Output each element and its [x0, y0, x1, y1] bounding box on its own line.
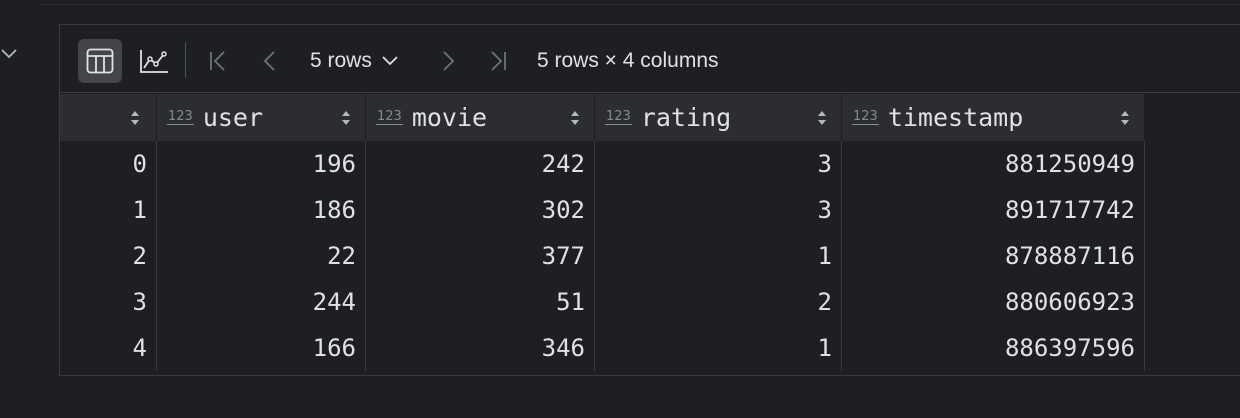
column-name: movie	[411, 103, 488, 132]
column-name: user	[202, 103, 264, 132]
sort-icon[interactable]	[341, 110, 351, 126]
table-row: 1 186 302 3 891717742	[60, 187, 1145, 233]
prev-page-icon	[263, 51, 275, 71]
cell-timestamp[interactable]: 891717742	[841, 187, 1145, 233]
column-header-user[interactable]: 123 user	[156, 94, 366, 141]
column-header-movie[interactable]: 123 movie	[365, 94, 595, 141]
table-row: 4 166 346 1 886397596	[60, 325, 1145, 371]
cell-rating[interactable]: 3	[594, 141, 842, 187]
chevron-down-icon	[1, 49, 17, 59]
sort-icon[interactable]	[817, 110, 827, 126]
cell-rating[interactable]: 1	[594, 325, 842, 371]
rows-per-page-label: 5 rows	[310, 49, 372, 72]
cell-rating[interactable]: 3	[594, 187, 842, 233]
first-page-button[interactable]	[204, 47, 232, 75]
next-page-button[interactable]	[434, 47, 462, 75]
numeric-type-icon: 123	[852, 109, 879, 125]
dataframe-toolbar: 5 rows 5 rows × 4 columns	[60, 25, 1240, 93]
cell-rating[interactable]: 1	[594, 233, 842, 279]
table-view-button[interactable]	[78, 39, 122, 83]
sort-icon[interactable]	[1120, 110, 1130, 126]
cell-movie[interactable]: 302	[365, 187, 595, 233]
sort-icon[interactable]	[130, 110, 140, 126]
chart-view-button[interactable]	[132, 39, 176, 83]
cell-timestamp[interactable]: 880606923	[841, 279, 1145, 325]
table-row: 3 244 51 2 880606923	[60, 279, 1145, 325]
toolbar-separator	[185, 42, 186, 78]
chevron-down-icon	[382, 56, 398, 66]
cell-user[interactable]: 196	[156, 141, 366, 187]
next-page-icon	[443, 51, 455, 71]
cell-timestamp[interactable]: 881250949	[841, 141, 1145, 187]
dataframe-viewer: 5 rows 5 rows × 4 columns 123 user 123 m…	[59, 24, 1240, 376]
cell-movie[interactable]: 377	[365, 233, 595, 279]
cell-movie[interactable]: 242	[365, 141, 595, 187]
row-index[interactable]: 4	[60, 325, 157, 371]
column-name: timestamp	[887, 103, 1024, 132]
cell-user[interactable]: 22	[156, 233, 366, 279]
last-page-button[interactable]	[484, 47, 512, 75]
sort-icon[interactable]	[570, 110, 580, 126]
cell-user[interactable]: 244	[156, 279, 366, 325]
numeric-type-icon: 123	[605, 109, 632, 125]
cell-user[interactable]: 166	[156, 325, 366, 371]
cell-timestamp[interactable]: 886397596	[841, 325, 1145, 371]
rows-per-page-dropdown[interactable]: 5 rows	[310, 47, 398, 75]
first-page-icon	[210, 51, 225, 71]
column-header-timestamp[interactable]: 123 timestamp	[841, 94, 1145, 141]
last-page-icon	[491, 51, 506, 71]
dataframe-table: 123 user 123 movie 123 rating 123 timest…	[60, 94, 1145, 371]
top-divider	[40, 0, 1240, 5]
row-index[interactable]: 1	[60, 187, 157, 233]
row-index[interactable]: 0	[60, 141, 157, 187]
cell-movie[interactable]: 51	[365, 279, 595, 325]
prev-page-button[interactable]	[256, 47, 284, 75]
collapse-output-button[interactable]	[0, 45, 18, 63]
cell-user[interactable]: 186	[156, 187, 366, 233]
table-row: 0 196 242 3 881250949	[60, 141, 1145, 187]
row-index[interactable]: 2	[60, 233, 157, 279]
column-name: rating	[640, 103, 732, 132]
row-index[interactable]: 3	[60, 279, 157, 325]
chart-view-icon	[140, 50, 168, 73]
numeric-type-icon: 123	[376, 109, 403, 125]
cell-rating[interactable]: 2	[594, 279, 842, 325]
cell-timestamp[interactable]: 878887116	[841, 233, 1145, 279]
column-header-rating[interactable]: 123 rating	[594, 94, 842, 141]
table-view-icon	[86, 48, 114, 74]
numeric-type-icon: 123	[167, 109, 194, 125]
cell-movie[interactable]: 346	[365, 325, 595, 371]
header-row: 123 user 123 movie 123 rating 123 timest…	[60, 94, 1145, 141]
table-shape-summary: 5 rows × 4 columns	[537, 49, 719, 72]
index-column-header[interactable]	[60, 94, 157, 141]
table-row: 2 22 377 1 878887116	[60, 233, 1145, 279]
